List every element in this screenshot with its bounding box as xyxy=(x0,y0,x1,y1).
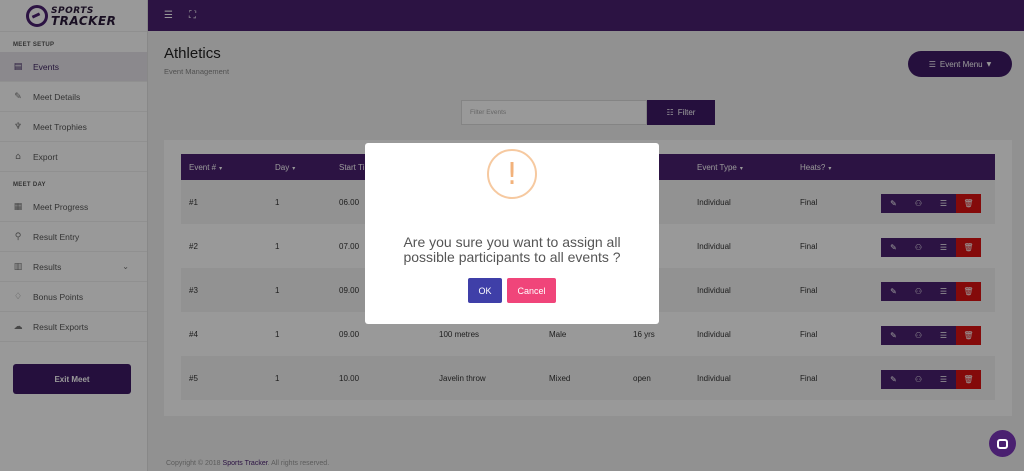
dialog-message: Are you sure you want to assign all poss… xyxy=(403,234,621,265)
confirm-dialog: ! Are you sure you want to assign all po… xyxy=(365,143,659,324)
cancel-button[interactable]: Cancel xyxy=(507,278,556,303)
ok-button[interactable]: OK xyxy=(468,278,502,303)
warning-icon: ! xyxy=(487,149,537,199)
chat-icon[interactable] xyxy=(989,430,1016,457)
